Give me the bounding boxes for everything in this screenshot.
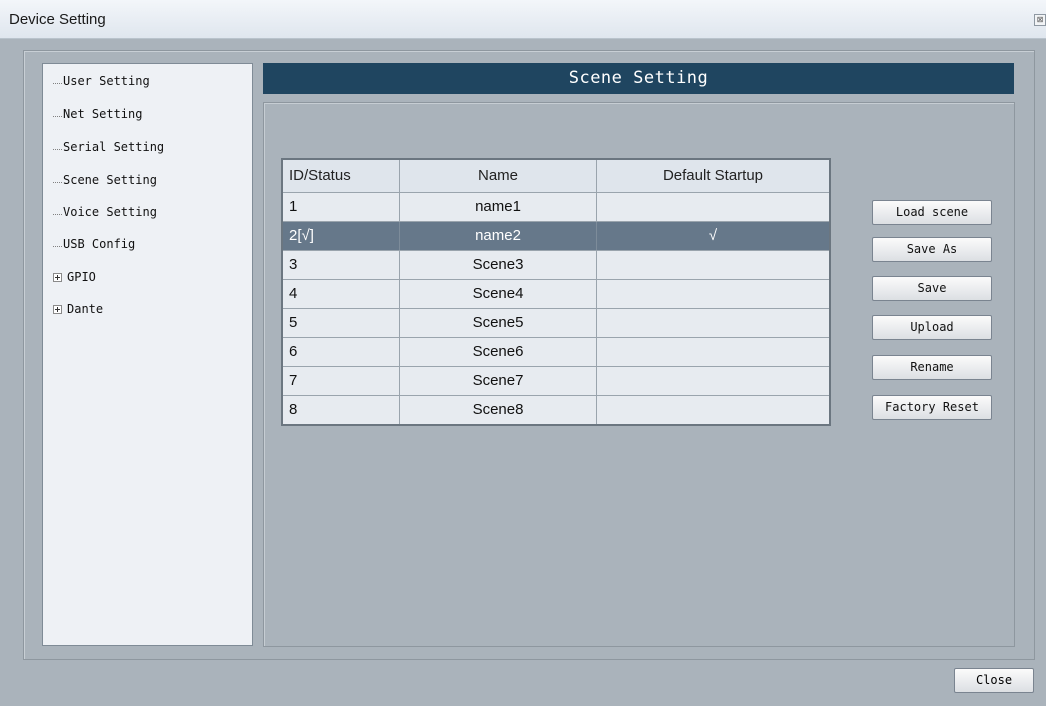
- tree-item-label: Serial Setting: [63, 140, 165, 154]
- table-row[interactable]: 5 Scene5: [283, 309, 829, 338]
- title-bar: Device Setting ⊠: [0, 0, 1046, 39]
- tree-item-user-setting[interactable]: User Setting: [53, 74, 150, 94]
- cell-id: 4: [283, 280, 400, 308]
- panel-title: Scene Setting: [263, 63, 1014, 94]
- factory-reset-button[interactable]: Factory Reset: [872, 395, 992, 420]
- tree-item-voice-setting[interactable]: Voice Setting: [53, 205, 157, 225]
- rename-button[interactable]: Rename: [872, 355, 992, 380]
- cell-name: Scene4: [400, 280, 597, 308]
- table-row[interactable]: 4 Scene4: [283, 280, 829, 309]
- expand-plus-icon[interactable]: [53, 305, 62, 314]
- cell-default: [597, 309, 829, 337]
- cell-id: 2[√]: [283, 222, 400, 250]
- load-scene-button[interactable]: Load scene: [872, 200, 992, 225]
- tree-item-net-setting[interactable]: Net Setting: [53, 107, 143, 127]
- tree-item-label: Scene Setting: [63, 173, 157, 187]
- cell-name: name1: [400, 193, 597, 221]
- close-button[interactable]: Close: [954, 668, 1034, 693]
- cell-default: [597, 280, 829, 308]
- cell-default: [597, 396, 829, 424]
- cell-id: 6: [283, 338, 400, 366]
- save-as-button[interactable]: Save As: [872, 237, 992, 262]
- tree-group-label: Dante: [67, 302, 104, 316]
- tree-item-serial-setting[interactable]: Serial Setting: [53, 140, 165, 160]
- window-close-icon[interactable]: ⊠: [1034, 14, 1046, 26]
- column-header-id-status[interactable]: ID/Status: [283, 160, 400, 192]
- cell-id: 7: [283, 367, 400, 395]
- cell-name: Scene8: [400, 396, 597, 424]
- settings-tree: User Setting Net Setting Serial Setting …: [42, 63, 253, 646]
- cell-id: 3: [283, 251, 400, 279]
- window-title: Device Setting: [9, 11, 106, 28]
- scene-table: ID/Status Name Default Startup 1 name1 2…: [281, 158, 831, 426]
- tree-item-usb-config[interactable]: USB Config: [53, 237, 136, 257]
- table-row-selected[interactable]: 2[√] name2 √: [283, 222, 829, 251]
- cell-name: Scene5: [400, 309, 597, 337]
- tree-item-label: User Setting: [63, 74, 150, 88]
- table-row[interactable]: 1 name1: [283, 193, 829, 222]
- table-header: ID/Status Name Default Startup: [283, 160, 829, 193]
- cell-id: 8: [283, 396, 400, 424]
- cell-default: [597, 367, 829, 395]
- cell-name: name2: [400, 222, 597, 250]
- tree-item-scene-setting[interactable]: Scene Setting: [53, 173, 157, 193]
- cell-id: 5: [283, 309, 400, 337]
- column-header-default-startup[interactable]: Default Startup: [597, 160, 829, 192]
- cell-default: [597, 193, 829, 221]
- tree-item-label: USB Config: [63, 237, 136, 251]
- table-row[interactable]: 6 Scene6: [283, 338, 829, 367]
- cell-name: Scene3: [400, 251, 597, 279]
- column-header-name[interactable]: Name: [400, 160, 597, 192]
- cell-name: Scene7: [400, 367, 597, 395]
- cell-default: [597, 251, 829, 279]
- save-button[interactable]: Save: [872, 276, 992, 301]
- tree-item-label: Voice Setting: [63, 205, 157, 219]
- tree-group-label: GPIO: [67, 270, 96, 284]
- cell-default: [597, 338, 829, 366]
- cell-name: Scene6: [400, 338, 597, 366]
- cell-default-check: √: [708, 227, 718, 244]
- cell-id: 1: [283, 193, 400, 221]
- tree-item-label: Net Setting: [63, 107, 143, 121]
- table-row[interactable]: 3 Scene3: [283, 251, 829, 280]
- upload-button[interactable]: Upload: [872, 315, 992, 340]
- expand-plus-icon[interactable]: [53, 273, 62, 282]
- table-row[interactable]: 7 Scene7: [283, 367, 829, 396]
- table-row[interactable]: 8 Scene8: [283, 396, 829, 424]
